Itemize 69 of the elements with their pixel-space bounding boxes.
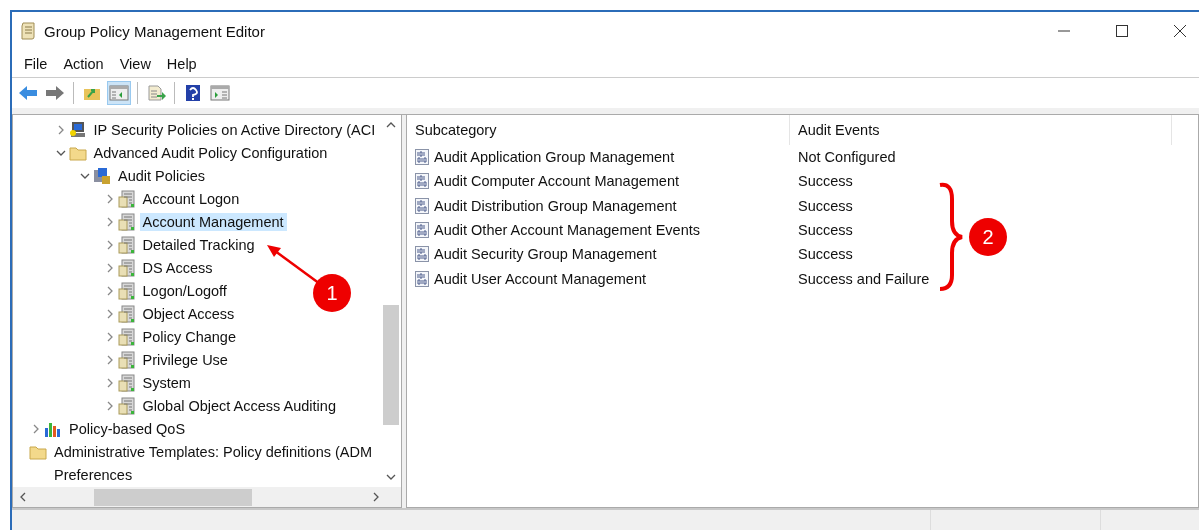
column-header[interactable]: Audit Events	[790, 115, 1172, 145]
subcategory-name[interactable]: Audit Distribution Group Management	[434, 197, 677, 214]
tree-item[interactable]: Account Logon	[139, 189, 243, 208]
tree-item[interactable]: Policy-based QoS	[66, 419, 189, 438]
tree-item[interactable]: Administrative Templates: Policy definitions (ADM	[51, 442, 376, 461]
scroll-down-icon[interactable]	[386, 472, 396, 482]
audit-events-value: Success	[798, 173, 853, 190]
audit-events-value: Success	[798, 197, 853, 214]
audit-events-value: Not Configured	[798, 149, 896, 166]
tree-item[interactable]: Logon/Logoff	[139, 281, 230, 300]
policy-category-icon	[117, 212, 136, 231]
menu-item[interactable]: Action	[63, 55, 104, 72]
binary-document-icon	[415, 246, 429, 263]
subcategory-name[interactable]: Audit User Account Management	[434, 270, 646, 287]
tree-item[interactable]: IP Security Policies on Active Directory (ACI	[90, 120, 379, 139]
tree-item[interactable]: Advanced Audit Policy Configuration	[90, 143, 331, 162]
tree-item[interactable]: System	[139, 373, 194, 392]
policy-category-icon	[117, 258, 136, 277]
policy-category-icon	[117, 304, 136, 323]
scrollbar-thumb[interactable]	[94, 488, 252, 506]
maximize-icon[interactable]	[1115, 24, 1129, 38]
scroll-icon	[20, 22, 36, 40]
scroll-right-icon[interactable]	[371, 492, 381, 502]
binary-document-icon	[415, 173, 429, 190]
binary-document-icon	[415, 149, 429, 166]
scroll-left-icon[interactable]	[18, 492, 28, 502]
tree-item[interactable]: Policy Change	[139, 327, 239, 346]
tree-item[interactable]: Global Object Access Auditing	[139, 396, 339, 415]
computer-lock-icon	[68, 120, 87, 139]
window-title: Group Policy Management Editor	[44, 22, 265, 40]
menu-item[interactable]: Help	[166, 55, 197, 72]
scroll-up-icon[interactable]	[386, 120, 396, 130]
binary-document-icon	[415, 270, 429, 287]
audit-events-value: Success	[798, 222, 853, 239]
menu-item[interactable]: View	[119, 55, 151, 72]
policy-category-icon	[117, 396, 136, 415]
right-arrow-icon	[45, 85, 65, 101]
policy-category-icon	[117, 189, 136, 208]
binary-document-icon	[415, 222, 429, 239]
audit-policies-icon	[93, 166, 111, 185]
close-icon[interactable]	[1173, 24, 1187, 38]
policy-category-icon	[117, 350, 136, 369]
audit-events-value: Success and Failure	[798, 270, 930, 287]
pane-icon	[210, 85, 230, 101]
binary-document-icon	[415, 197, 429, 214]
subcategory-name[interactable]: Audit Application Group Management	[434, 149, 675, 166]
policy-category-icon	[117, 281, 136, 300]
column-header[interactable]: Subcategory	[407, 115, 790, 145]
subcategory-name[interactable]: Audit Security Group Management	[434, 246, 657, 263]
tree-item[interactable]: Account Management	[139, 212, 287, 231]
scrollbar-thumb[interactable]	[383, 305, 399, 425]
help-icon	[183, 85, 203, 101]
policy-category-icon	[117, 327, 136, 346]
subcategory-name[interactable]: Audit Other Account Management Events	[434, 222, 700, 239]
tree-item[interactable]: Object Access	[139, 304, 238, 323]
policy-category-icon	[117, 235, 136, 254]
tree-item[interactable]: DS Access	[139, 258, 216, 277]
subcategory-name[interactable]: Audit Computer Account Management	[434, 173, 680, 190]
tree-item[interactable]: Audit Policies	[115, 166, 209, 185]
tree-item[interactable]: Preferences	[51, 465, 136, 484]
tree-pane-button[interactable]	[107, 81, 131, 105]
left-arrow-icon	[18, 85, 38, 101]
pane-icon	[109, 85, 129, 101]
tree-item[interactable]: Privilege Use	[139, 350, 231, 369]
tree-item[interactable]: Detailed Tracking	[139, 235, 258, 254]
document-arrow-icon	[146, 85, 166, 101]
policy-category-icon	[117, 373, 136, 392]
menu-item[interactable]: File	[24, 55, 48, 72]
audit-events-value: Success	[798, 246, 853, 263]
